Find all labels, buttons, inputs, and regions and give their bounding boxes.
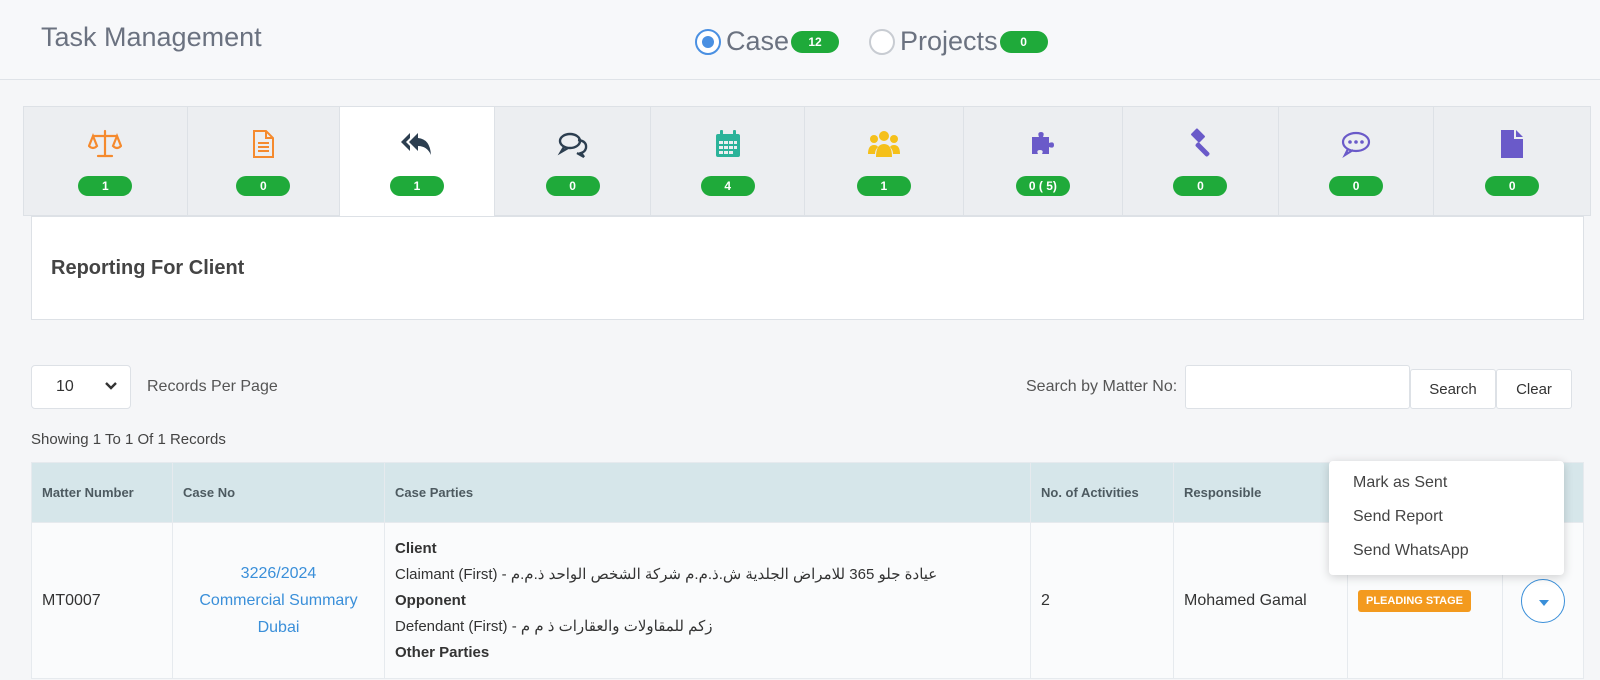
tab-scales[interactable]: 1 xyxy=(23,106,187,216)
matter-number: MT0007 xyxy=(31,522,173,679)
comments-icon xyxy=(557,132,587,159)
reply-all-icon xyxy=(400,133,431,155)
search-button[interactable]: Search xyxy=(1410,369,1496,409)
case-court: Dubai xyxy=(257,619,300,636)
tab-reply[interactable]: 1 xyxy=(339,106,494,216)
tab-chat[interactable]: 0 xyxy=(1277,106,1434,216)
radio-label: Projects xyxy=(900,26,998,56)
actions-dropdown-button[interactable] xyxy=(1521,578,1565,623)
tab-count: 4 xyxy=(700,176,755,196)
chat-bubble-icon xyxy=(1341,131,1371,159)
per-page-value: 10 xyxy=(56,378,74,395)
tab-count: 0 xyxy=(236,176,291,196)
count-badge: 12 xyxy=(791,30,840,53)
scales-icon xyxy=(87,129,123,158)
radio-projects[interactable]: Projects 0 xyxy=(869,26,1048,57)
tab-count: 1 xyxy=(856,176,911,196)
case-type: Commercial Summary xyxy=(199,592,358,609)
tab-count: 0 xyxy=(1173,176,1228,196)
type-radio-group: Case 12 Projects 0 xyxy=(695,26,1078,57)
menu-item-mark-sent[interactable]: Mark as Sent xyxy=(1329,471,1564,505)
panel-title: Reporting For Client xyxy=(51,257,245,279)
file-icon xyxy=(1501,130,1524,158)
col-responsible: Responsible xyxy=(1173,462,1348,523)
gavel-icon xyxy=(1191,128,1210,157)
tab-puzzle[interactable]: 0 ( 5) xyxy=(962,106,1123,216)
radio-case[interactable]: Case 12 xyxy=(695,26,840,57)
radio-label: Case xyxy=(726,26,790,56)
tab-count: 0 ( 5) xyxy=(1015,176,1070,196)
tab-count: 1 xyxy=(389,176,444,196)
status-badge: PLEADING STAGE xyxy=(1358,589,1471,612)
col-activities: No. of Activities xyxy=(1030,462,1174,523)
document-icon xyxy=(253,130,275,158)
radio-button[interactable] xyxy=(869,28,896,55)
client-heading: Client xyxy=(395,539,437,557)
opponent-heading: Opponent xyxy=(395,591,466,609)
tab-gavel[interactable]: 0 xyxy=(1122,106,1278,216)
clear-button[interactable]: Clear xyxy=(1496,369,1572,409)
opponent-line: Defendant (First) - زكم للمقاولات والعقا… xyxy=(395,617,713,635)
menu-item-send-whatsapp[interactable]: Send WhatsApp xyxy=(1329,539,1564,573)
tab-calendar[interactable]: 4 xyxy=(650,106,804,216)
report-panel: Reporting For Client xyxy=(31,216,1584,320)
menu-item-send-report[interactable]: Send Report xyxy=(1329,505,1564,539)
page-title: Task Management xyxy=(41,22,262,52)
tab-comments[interactable]: 0 xyxy=(493,106,651,216)
case-no-cell: 3226/2024 Commercial Summary Dubai xyxy=(172,522,385,679)
puzzle-icon xyxy=(1031,132,1054,154)
col-matter-number: Matter Number xyxy=(31,462,173,523)
case-number: 3226/2024 xyxy=(240,565,317,582)
count-badge: 0 xyxy=(999,30,1048,53)
tab-count: 0 xyxy=(545,176,600,196)
other-parties-heading: Other Parties xyxy=(395,643,490,661)
tab-count: 1 xyxy=(78,176,133,196)
top-bar: Task Management Case 12 Projects 0 xyxy=(0,0,1600,80)
tab-file[interactable]: 0 xyxy=(1433,106,1591,216)
tab-users[interactable]: 1 xyxy=(804,106,963,216)
tab-document[interactable]: 0 xyxy=(186,106,340,216)
calendar-icon xyxy=(715,130,740,157)
per-page-label: Records Per Page xyxy=(147,378,278,395)
category-tabs: 1 0 1 0 4 1 0 ( 5) 0 0 0 xyxy=(23,106,1591,216)
users-icon xyxy=(867,131,900,157)
activities-count: 2 xyxy=(1030,522,1174,679)
records-summary: Showing 1 To 1 Of 1 Records xyxy=(31,431,226,448)
col-case-no: Case No xyxy=(172,462,385,523)
search-label: Search by Matter No: xyxy=(1026,378,1178,395)
radio-button[interactable] xyxy=(695,28,721,55)
matter-search-input[interactable] xyxy=(1185,365,1410,409)
records-per-page-select[interactable]: 10 xyxy=(31,365,131,409)
col-case-parties: Case Parties xyxy=(384,462,1031,523)
case-parties-cell: Client Claimant (First) - عيادة جلو 365 … xyxy=(384,522,1031,679)
client-line: Claimant (First) - عيادة جلو 365 للامراض… xyxy=(395,565,938,583)
chevron-down-icon xyxy=(105,382,117,390)
tab-count: 0 xyxy=(1329,176,1384,196)
actions-dropdown-menu: Mark as Sent Send Report Send WhatsApp xyxy=(1329,461,1564,575)
tab-count: 0 xyxy=(1485,176,1540,196)
responsible-name: Mohamed Gamal xyxy=(1173,522,1348,679)
case-link[interactable]: 3226/2024 Commercial Summary Dubai xyxy=(183,560,374,641)
